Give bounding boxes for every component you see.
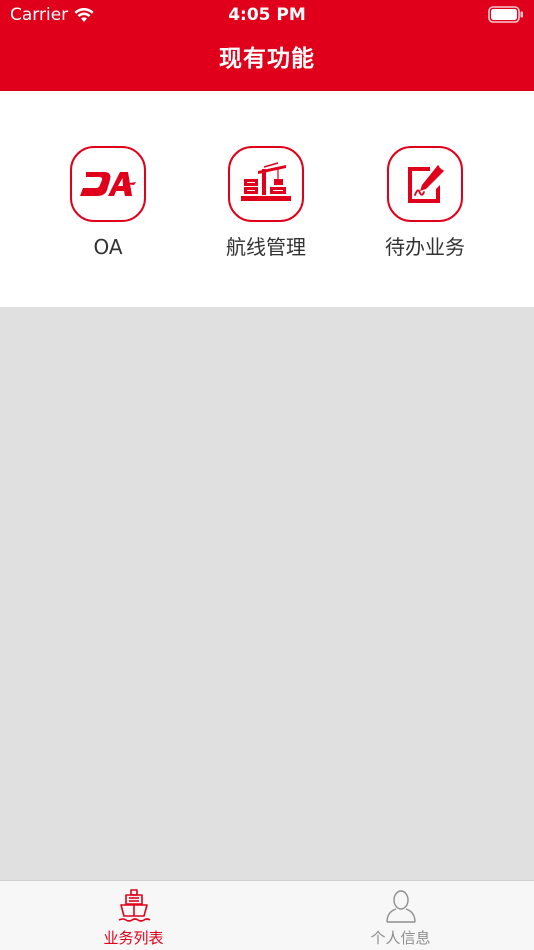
page-title: 现有功能 [219, 46, 315, 72]
status-bar: Carrier 4:05 PM [0, 0, 534, 30]
function-route-label: 航线管理 [226, 235, 306, 259]
function-route-icon-box[interactable] [228, 146, 304, 222]
oa-logo-icon [80, 172, 136, 196]
port-crane-icon [241, 162, 291, 201]
function-todo-label: 待办业务 [385, 235, 465, 259]
tab-business-list[interactable]: 业务列表 [0, 881, 267, 950]
tab-business-list-label: 业务列表 [103, 929, 164, 947]
app-screen: Carrier 4:05 PM 现有功能 OA 航线管理 待办业务 业务列表 个… [0, 0, 534, 950]
ship-icon [118, 889, 150, 922]
battery-icon [488, 6, 523, 23]
function-route-management[interactable]: 航线管理 [186, 146, 346, 260]
header: Carrier 4:05 PM 现有功能 [0, 0, 534, 91]
function-oa-label: OA [93, 235, 123, 259]
status-time: 4:05 PM [228, 5, 306, 25]
function-oa[interactable]: OA [28, 146, 188, 260]
person-icon [385, 890, 416, 923]
function-oa-icon-box[interactable] [70, 146, 146, 222]
tab-bar: 业务列表 个人信息 [0, 880, 534, 950]
sign-document-icon [408, 165, 444, 203]
tab-personal-info-label: 个人信息 [370, 929, 431, 947]
tab-personal-info[interactable]: 个人信息 [267, 881, 534, 950]
function-todo-icon-box[interactable] [387, 146, 463, 222]
functions-panel: OA 航线管理 待办业务 [0, 91, 534, 307]
function-todo[interactable]: 待办业务 [345, 146, 505, 260]
